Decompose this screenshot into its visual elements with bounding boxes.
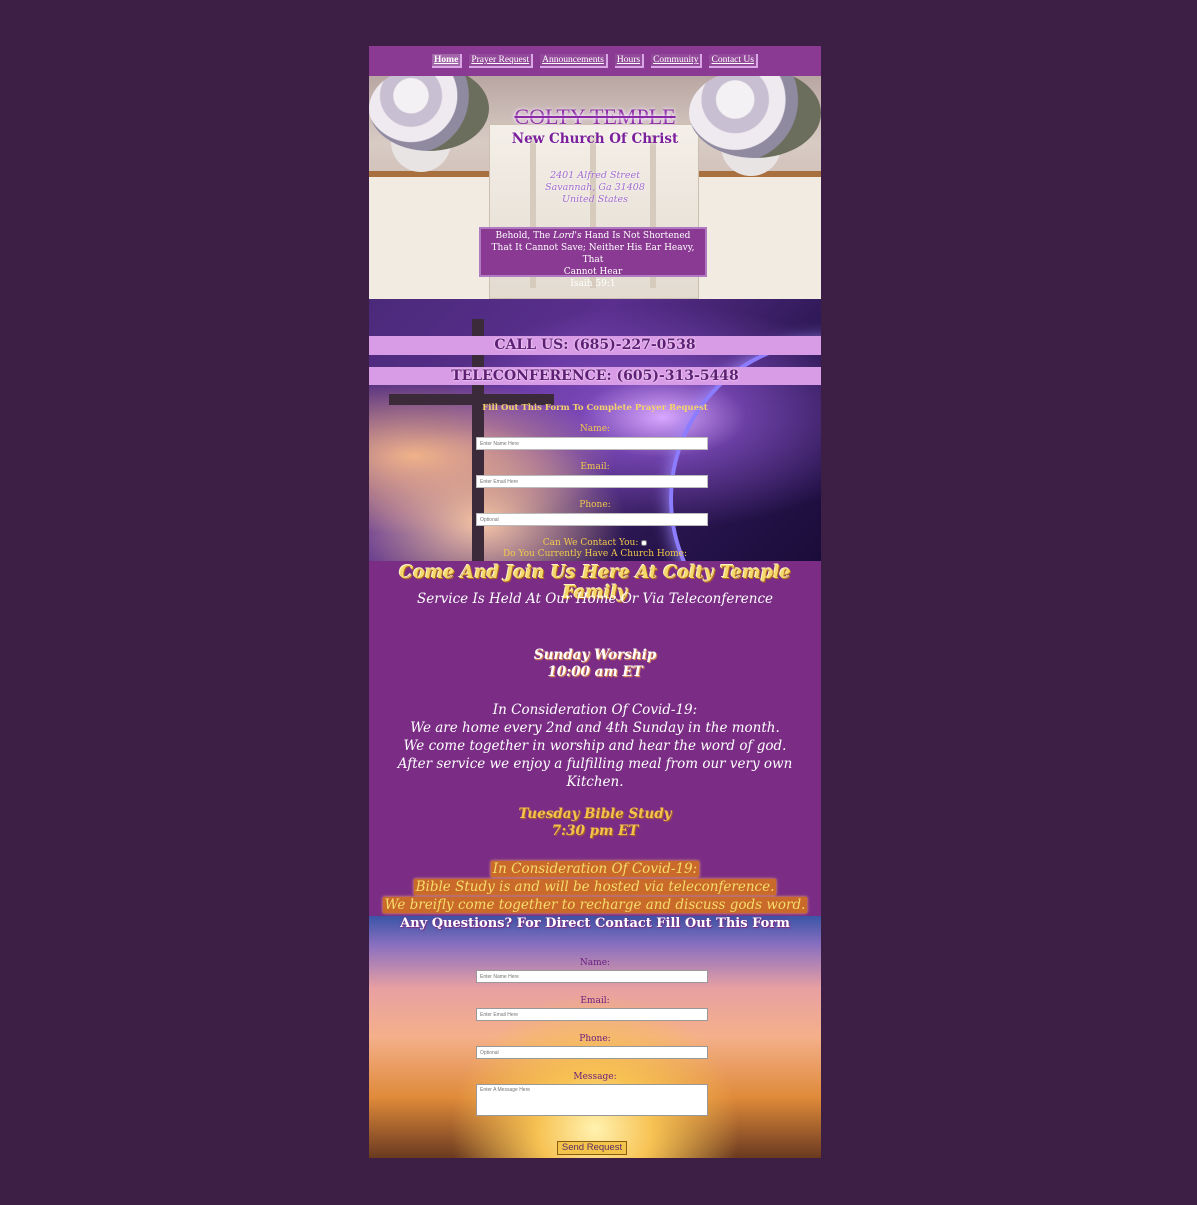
church-name: COLTY TEMPLE [514, 104, 676, 129]
contact-message-textarea[interactable] [476, 1084, 708, 1116]
prayer-phone-label: Phone: [579, 500, 611, 510]
prayer-phone-input[interactable] [476, 513, 708, 526]
bible-covid-line: Bible Study is and will be hosted via te… [413, 879, 777, 895]
prayer-email-label: Email: [580, 462, 610, 472]
verse-line-2: That It Cannot Save; Neither His Ear Hea… [491, 243, 695, 265]
verse-line-1: Behold, The Lord's Hand Is Not Shortened [495, 231, 691, 241]
contact-name-input[interactable] [476, 970, 708, 983]
address-country: United States [561, 194, 628, 205]
nav-link-prayer-request[interactable]: Prayer Request [469, 54, 534, 68]
nav-link-contact-us[interactable]: Contact Us [709, 54, 758, 68]
bible-covid-title: In Consideration Of Covid-19: [490, 861, 700, 877]
hero-banner: COLTY TEMPLE New Church Of Christ 2401 A… [369, 76, 821, 299]
scripture-verse-box: Behold, The Lord's Hand Is Not Shortened… [479, 227, 707, 289]
contact-email-label: Email: [580, 996, 610, 1006]
verse-reference: Isaih 59:1 [570, 279, 616, 289]
church-subtitle: New Church Of Christ [511, 131, 679, 147]
prayer-name-input[interactable] [476, 437, 708, 450]
call-us-phone[interactable]: CALL US: (685)-227-0538 [369, 336, 821, 355]
contact-name-label: Name: [579, 958, 611, 968]
nav-link-announcements[interactable]: Announcements [540, 54, 608, 68]
contact-form-title: Any Questions? For Direct Contact Fill O… [400, 916, 790, 931]
address-street: 2401 Alfred Street [550, 170, 640, 181]
sunday-worship-time: 10:00 am ET [547, 664, 643, 680]
covid-notice-line: We are home every 2nd and 4th Sunday in … [410, 720, 780, 736]
nav-link-home[interactable]: Home [432, 54, 463, 68]
contact-email-input[interactable] [476, 1008, 708, 1021]
contact-permission-checkbox[interactable] [641, 539, 648, 546]
sunday-worship-label: Sunday Worship [533, 647, 657, 663]
send-request-button[interactable]: Send Request [557, 1141, 627, 1155]
bible-study-time: 7:30 pm ET [551, 823, 639, 839]
covid-notice-title: In Consideration Of Covid-19: [492, 702, 698, 718]
nav-link-hours[interactable]: Hours [614, 54, 645, 68]
church-webpage: Home Prayer Request Announcements Hours … [369, 46, 821, 1158]
contact-phone-label: Phone: [579, 1034, 611, 1044]
service-times-section: Come And Join Us Here At Colty Temple Fa… [369, 561, 821, 916]
contact-form-section: Any Questions? For Direct Contact Fill O… [369, 916, 821, 1158]
service-subtitle: Service Is Held At Our Home Or Via Telec… [416, 591, 774, 607]
covid-notice-line: After service we enjoy a fulfilling meal… [397, 756, 793, 790]
contact-message-label: Message: [573, 1072, 617, 1082]
prayer-form-title: Fill Out This Form To Complete Prayer Re… [482, 403, 708, 413]
teleconference-phone[interactable]: TELECONFERENCE: (605)-313-5448 [369, 367, 821, 385]
prayer-request-section: CALL US: (685)-227-0538 TELECONFERENCE: … [369, 299, 821, 561]
top-navigation: Home Prayer Request Announcements Hours … [369, 46, 821, 76]
bible-covid-line: We breifly come together to recharge and… [382, 897, 808, 913]
bible-study-label: Tuesday Bible Study [518, 806, 672, 822]
address-city: Savannah, Ga 31408 [545, 182, 645, 193]
contact-permission-question: Can We Contact You: [369, 538, 821, 548]
covid-notice-line: We come together in worship and hear the… [403, 738, 787, 754]
church-home-question: Do You Currently Have A Church Home: [502, 549, 688, 559]
contact-phone-input[interactable] [476, 1046, 708, 1059]
prayer-name-label: Name: [579, 424, 611, 434]
prayer-email-input[interactable] [476, 475, 708, 488]
verse-line-3: Cannot Hear [563, 267, 623, 277]
nav-link-community[interactable]: Community [651, 54, 703, 68]
